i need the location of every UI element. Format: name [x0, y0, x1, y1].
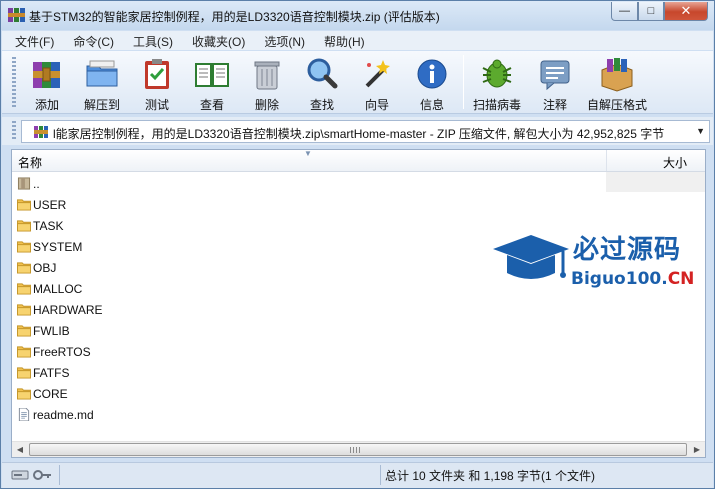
folder-row[interactable]: FATFS	[16, 363, 596, 384]
row-name: FATFS	[33, 366, 70, 380]
row-name: OBJ	[33, 261, 57, 275]
drive-key-icon	[11, 470, 51, 480]
status-bar: 总计 10 文件夹 和 1,198 字节(1 个文件)	[2, 462, 713, 488]
trash-icon	[254, 61, 280, 90]
status-panel-left	[59, 465, 379, 485]
archive-icon	[34, 126, 48, 138]
folder-icon	[17, 262, 31, 274]
toolbar: 添加 解压到 测试 查看 删除 查找 向导 信息 扫描病毒 注释 自解压格式	[2, 51, 713, 114]
comment-icon	[540, 60, 570, 91]
list-empty-area	[606, 172, 705, 192]
test-button[interactable]: 测试	[131, 54, 183, 112]
virus-scan-button[interactable]: 扫描病毒	[471, 54, 523, 112]
address-path: l能家居控制例程，用的是LD3320语音控制模块.zip\smartHome-m…	[53, 127, 665, 141]
comment-label: 注释	[542, 98, 567, 112]
winrar-window: 基于STM32的智能家居控制例程，用的是LD3320语音控制模块.zip (评估…	[0, 0, 715, 489]
row-name: CORE	[33, 387, 68, 401]
graduation-cap-icon	[493, 235, 569, 279]
watermark-site: Biguo100.CN	[571, 269, 694, 289]
test-clipboard-icon	[145, 59, 169, 89]
row-name: MALLOC	[33, 282, 83, 296]
folder-icon	[17, 241, 31, 253]
status-summary: 总计 10 文件夹 和 1,198 字节(1 个文件)	[385, 469, 596, 483]
row-name: FWLIB	[33, 324, 70, 338]
view-button[interactable]: 查看	[186, 54, 238, 112]
horizontal-scrollbar[interactable]: ◀ ▶	[12, 441, 705, 457]
menu-file[interactable]: 文件(F)	[2, 31, 60, 50]
folder-icon	[17, 325, 31, 337]
folder-icon	[17, 283, 31, 295]
parent-folder-row[interactable]: ..	[16, 174, 596, 195]
column-size-header[interactable]: 大小	[663, 154, 687, 171]
sfx-label: 自解压格式	[586, 98, 647, 112]
scroll-left-icon[interactable]: ◀	[12, 442, 28, 457]
delete-button[interactable]: 删除	[241, 54, 293, 112]
menu-favorites[interactable]: 收藏夹(O)	[179, 31, 251, 50]
view-book-icon	[195, 63, 229, 87]
folder-icon	[17, 199, 31, 211]
scroll-thumb[interactable]	[29, 443, 687, 456]
menu-tools[interactable]: 工具(S)	[120, 31, 179, 50]
scroll-right-icon[interactable]: ▶	[689, 442, 705, 457]
folder-icon	[17, 346, 31, 358]
row-name: ..	[33, 177, 40, 191]
menu-commands[interactable]: 命令(C)	[60, 31, 120, 50]
row-name: SYSTEM	[33, 240, 83, 254]
info-label: 信息	[419, 98, 444, 112]
magnifier-icon	[307, 58, 338, 89]
text-file-icon	[18, 408, 30, 421]
menu-options[interactable]: 选项(N)	[251, 31, 311, 50]
window-title: 基于STM32的智能家居控制例程，用的是LD3320语音控制模块.zip (评估…	[29, 10, 440, 24]
address-grip[interactable]	[12, 121, 16, 141]
maximize-button[interactable]: □	[638, 2, 664, 21]
folder-row[interactable]: FWLIB	[16, 321, 596, 342]
list-header: 名称 ▼ 大小	[12, 150, 705, 172]
row-name: USER	[33, 198, 67, 212]
comment-button[interactable]: 注释	[529, 54, 581, 112]
scroll-grip	[350, 447, 360, 453]
menu-bar: 文件(F) 命令(C) 工具(S) 收藏夹(O) 选项(N) 帮助(H)	[2, 31, 713, 50]
watermark-site-cn: CN	[667, 269, 695, 289]
winrar-app-icon	[8, 8, 25, 22]
wizard-button[interactable]: 向导	[351, 54, 403, 112]
column-name-header[interactable]: 名称	[18, 154, 42, 171]
wizard-wand-icon	[365, 60, 390, 88]
address-bar: l能家居控制例程，用的是LD3320语音控制模块.zip\smartHome-m…	[2, 117, 713, 145]
address-field[interactable]: l能家居控制例程，用的是LD3320语音控制模块.zip\smartHome-m…	[21, 120, 710, 143]
row-name: HARDWARE	[33, 303, 103, 317]
folder-icon	[17, 304, 31, 316]
folder-icon	[17, 367, 31, 379]
watermark-title: 必过源码	[573, 235, 682, 265]
row-name: readme.md	[33, 408, 94, 422]
folder-row[interactable]: FreeRTOS	[16, 342, 596, 363]
folder-row[interactable]: USER	[16, 195, 596, 216]
sfx-box-icon	[601, 58, 633, 92]
column-divider[interactable]	[606, 150, 607, 171]
folder-icon	[17, 388, 31, 400]
add-books-icon	[33, 62, 60, 88]
folder-row[interactable]: CORE	[16, 384, 596, 405]
file-row[interactable]: readme.md	[16, 405, 596, 426]
menu-help[interactable]: 帮助(H)	[311, 31, 371, 50]
info-icon	[417, 59, 447, 89]
minimize-button[interactable]: —	[611, 2, 638, 21]
watermark-site-main: Biguo100.	[571, 269, 668, 289]
parent-folder-icon	[17, 177, 31, 190]
sort-arrow-icon: ▼	[304, 149, 312, 158]
title-bar[interactable]: 基于STM32的智能家居控制例程，用的是LD3320语音控制模块.zip (评估…	[1, 1, 714, 30]
watermark-logo: 必过源码 Biguo100.CN	[491, 225, 696, 305]
status-divider	[380, 465, 381, 485]
row-name: TASK	[33, 219, 64, 233]
virus-scan-icon	[482, 59, 512, 88]
extract-to-button[interactable]: 解压到	[76, 54, 128, 112]
address-dropdown-icon[interactable]: ▼	[696, 126, 705, 136]
sfx-button[interactable]: 自解压格式	[587, 54, 647, 112]
find-button[interactable]: 查找	[296, 54, 348, 112]
close-button[interactable]: ✕	[664, 2, 708, 21]
folder-icon	[17, 220, 31, 232]
row-name: FreeRTOS	[33, 345, 91, 359]
add-button[interactable]: 添加	[21, 54, 73, 112]
extract-folder-icon	[86, 60, 118, 87]
info-button[interactable]: 信息	[406, 54, 458, 112]
